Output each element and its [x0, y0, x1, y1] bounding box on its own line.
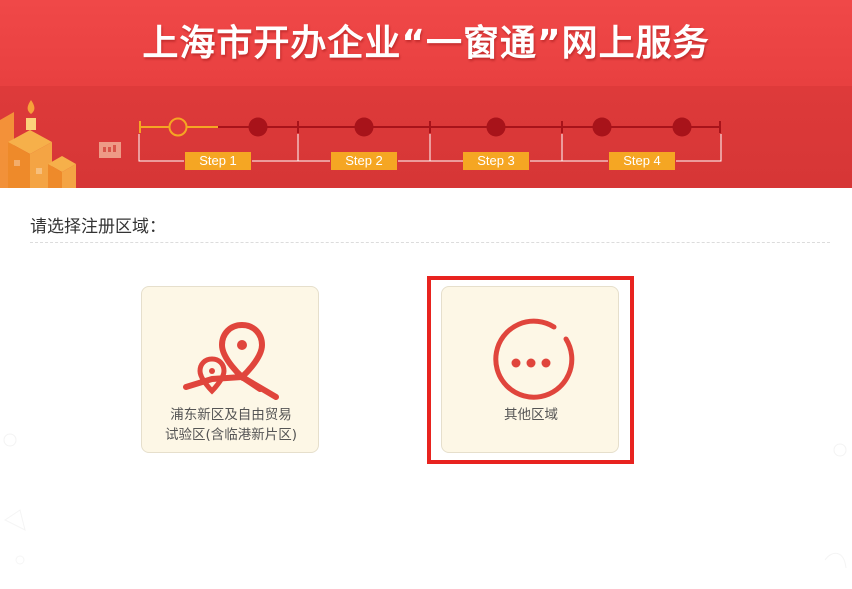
step-node-current — [168, 117, 188, 137]
step-node — [592, 117, 612, 137]
region-prompt: 请选择注册区域： — [30, 217, 166, 237]
map-pin-route-icon — [183, 321, 279, 400]
region-card-pudong[interactable]: 浦东新区及自由贸易 试验区(含临港新片区) — [141, 286, 319, 453]
region-card-label: 其他区域 — [504, 407, 558, 423]
region-card-other[interactable]: 其他区域 — [441, 286, 619, 453]
more-dots-icon — [493, 318, 575, 400]
step-node — [248, 117, 268, 137]
step-3-label: Step 3 — [463, 152, 529, 170]
step-2-label: Step 2 — [331, 152, 397, 170]
region-card-label: 浦东新区及自由贸易 试验区(含临港新片区) — [164, 407, 298, 443]
step-track — [138, 117, 722, 162]
step-4-label: Step 4 — [609, 152, 675, 170]
step-node — [486, 117, 506, 137]
page: 上海市开办企业“一窗通”网上服务 Step 1 Step 2 Step 3 St… — [0, 0, 852, 589]
step-1-label: Step 1 — [185, 152, 251, 170]
step-node — [672, 117, 692, 137]
background-pattern-icon — [824, 443, 847, 569]
background-pattern-icon — [3, 433, 26, 565]
step-node — [354, 117, 374, 137]
divider — [30, 242, 830, 243]
step-progress: Step 1 Step 2 Step 3 Step 4 — [0, 0, 852, 188]
